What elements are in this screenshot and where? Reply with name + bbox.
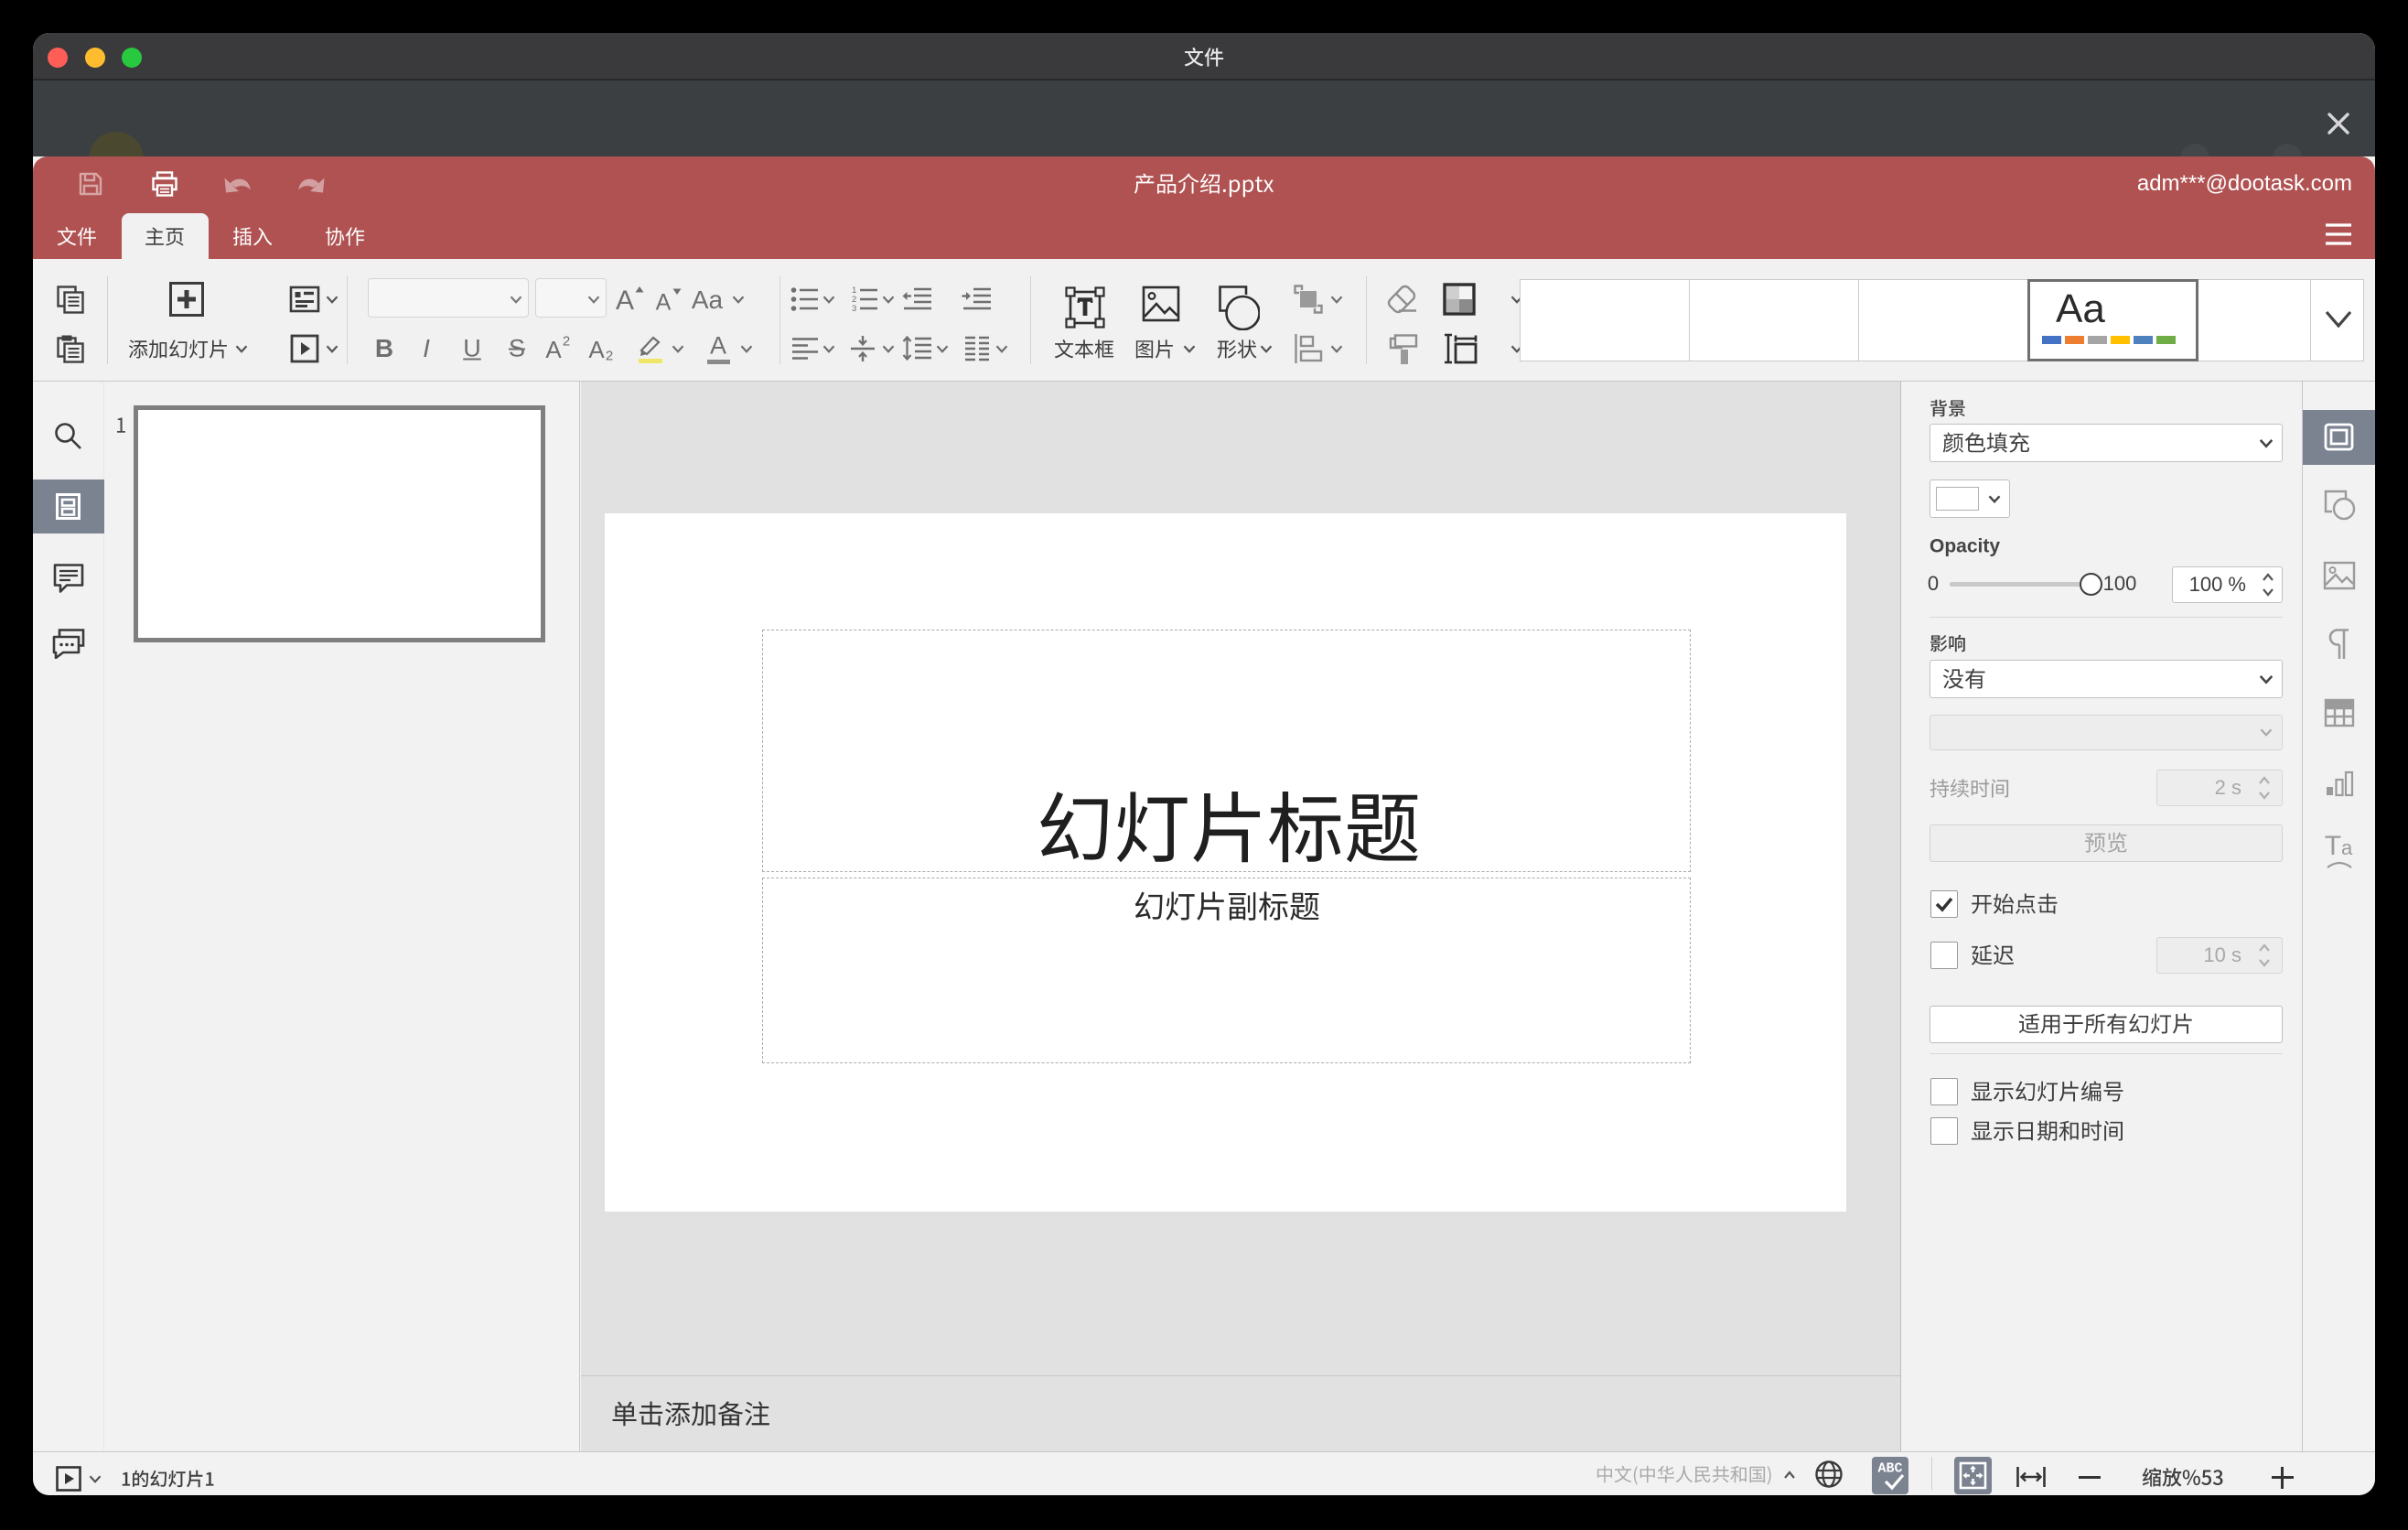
svg-text:3: 3 xyxy=(852,304,856,313)
